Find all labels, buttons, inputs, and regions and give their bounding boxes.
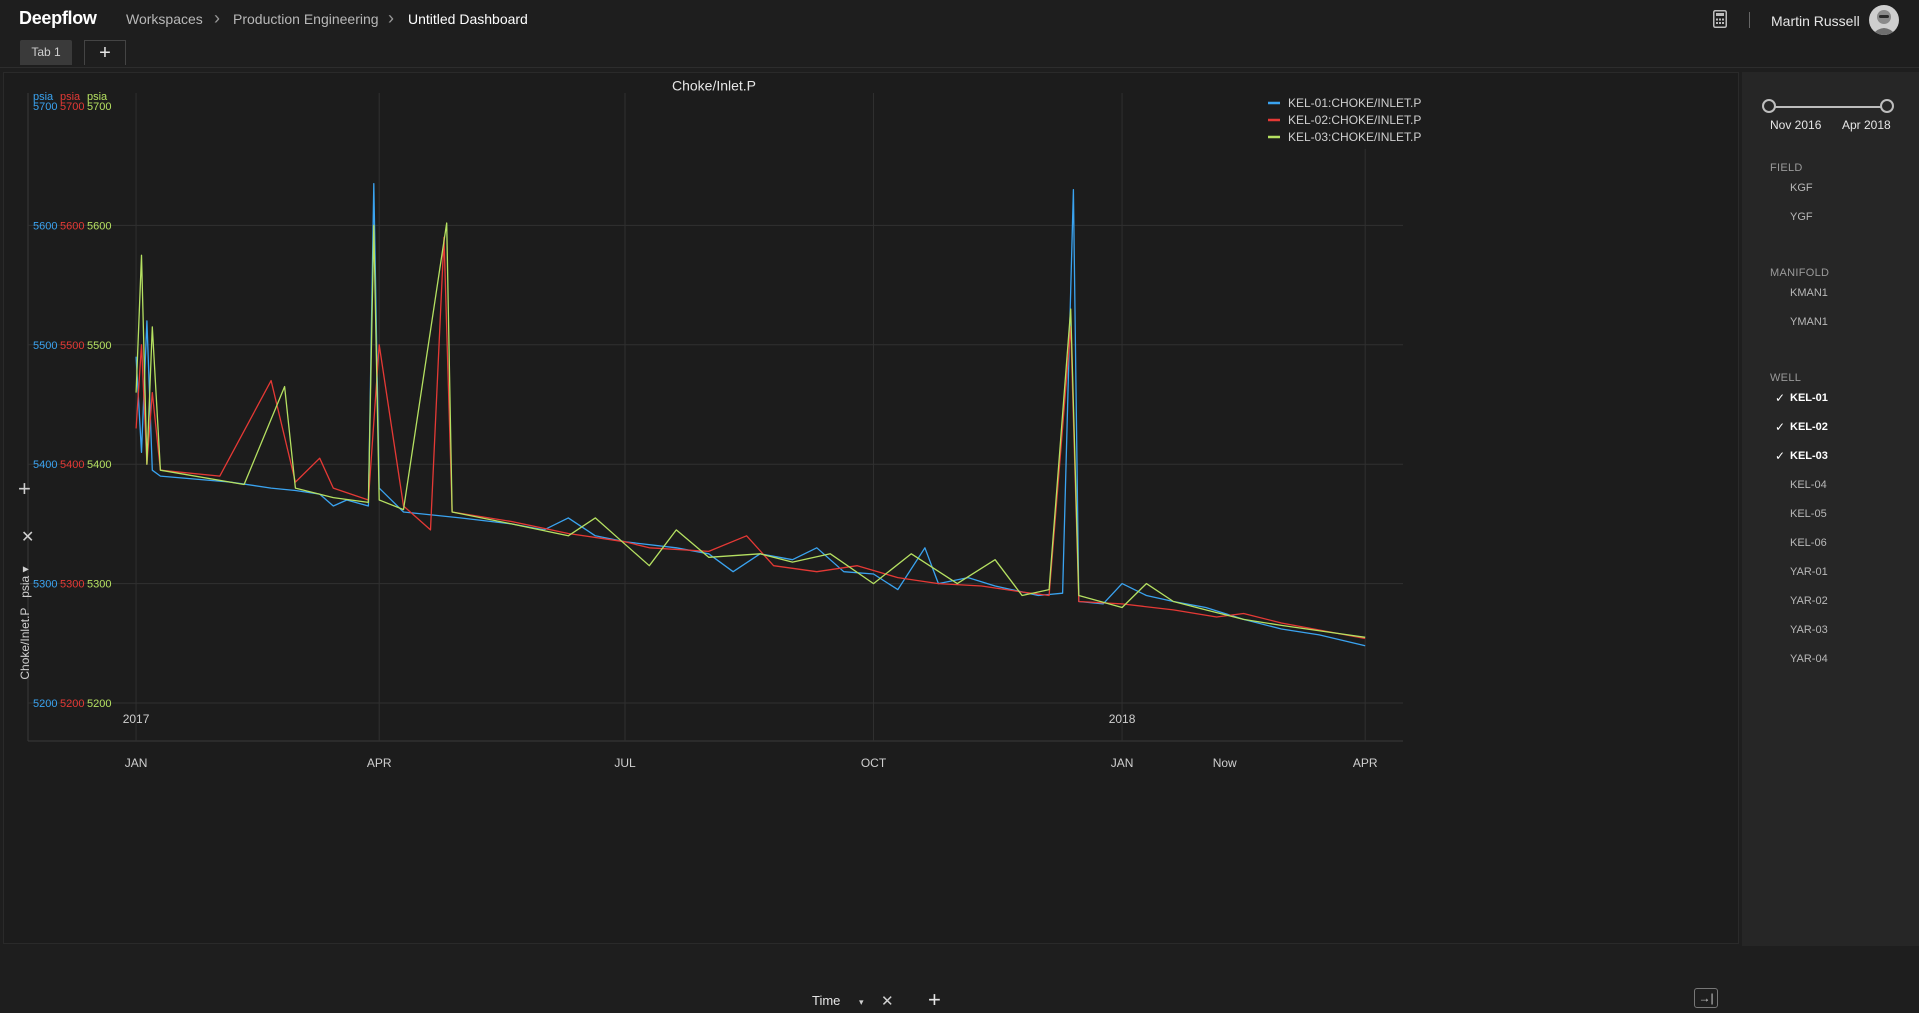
filter-item-kel-03[interactable]: KEL-03 bbox=[1790, 450, 1828, 462]
y-tick-label: 5500 bbox=[33, 340, 57, 352]
calculator-icon[interactable] bbox=[1713, 10, 1727, 28]
caret-down-icon[interactable]: ▾ bbox=[18, 566, 32, 572]
filter-item-kel-06[interactable]: KEL-06 bbox=[1790, 537, 1827, 549]
line-chart[interactable]: Choke/Inlet.P5200 5200 52005300 5300 5300540… bbox=[4, 73, 1740, 945]
chart-title: Choke/Inlet.P bbox=[672, 77, 756, 93]
y-tick-label: 5400 bbox=[60, 459, 84, 471]
filter-item-ygf[interactable]: YGF bbox=[1790, 211, 1813, 223]
filter-item-kel-02[interactable]: KEL-02 bbox=[1790, 421, 1828, 433]
divider bbox=[1749, 12, 1750, 28]
y-tick-label: 5600 bbox=[33, 220, 57, 232]
x-tick-label: Now bbox=[1213, 756, 1237, 770]
caret-down-icon[interactable]: ▾ bbox=[859, 997, 864, 1008]
y-tick-label: 5600 bbox=[60, 220, 84, 232]
avatar[interactable] bbox=[1869, 5, 1899, 35]
x-tick-label: JAN bbox=[125, 756, 148, 770]
checkmark-icon: ✓ bbox=[1775, 449, 1786, 463]
filter-group-well: WELL bbox=[1770, 372, 1802, 384]
y-tick-label: 5300 bbox=[87, 579, 111, 591]
legend-label[interactable]: KEL-03:CHOKE/INLET.P bbox=[1288, 130, 1421, 144]
y-tick-label: 5400 bbox=[33, 459, 57, 471]
add-tab-button[interactable]: + bbox=[84, 40, 126, 65]
y-unit-label: psia bbox=[60, 91, 81, 103]
chart-panel: Choke/Inlet.P 5200 5200 5200 5300 5300 5300 540… bbox=[3, 72, 1740, 1012]
range-start-handle[interactable] bbox=[1762, 99, 1776, 113]
y-tick-label: 5200 bbox=[87, 698, 111, 710]
x-year-label: 2018 bbox=[1109, 712, 1136, 726]
filter-item-kgf[interactable]: KGF bbox=[1790, 182, 1813, 194]
y-tick-label: 5200 bbox=[60, 698, 84, 710]
y-tick-label: 5300 bbox=[60, 579, 84, 591]
checkmark-icon: ✓ bbox=[1775, 391, 1786, 405]
x-axis-close-icon[interactable]: ✕ bbox=[881, 992, 894, 1010]
breadcrumb-production-engineering[interactable]: Production Engineering bbox=[233, 11, 379, 27]
y-tick-label: 5400 bbox=[87, 459, 111, 471]
series-line[interactable] bbox=[135, 182, 1366, 647]
add-axis-icon[interactable]: + bbox=[18, 478, 31, 500]
x-tick-label: APR bbox=[367, 756, 392, 770]
filter-item-yar-01[interactable]: YAR-01 bbox=[1790, 566, 1828, 578]
range-end-label: Apr 2018 bbox=[1842, 118, 1891, 132]
y-axis-title-wrap[interactable]: Choke/Inlet.P psia ▾ bbox=[10, 561, 36, 691]
filter-group-field: FIELD bbox=[1770, 162, 1803, 174]
y-tick-label: 5200 bbox=[33, 698, 57, 710]
tab-1[interactable]: Tab 1 bbox=[20, 40, 72, 65]
y-axis-unit-select[interactable]: psia bbox=[18, 576, 32, 598]
y-unit-label: psia bbox=[33, 91, 54, 103]
x-tick-label: JUL bbox=[614, 756, 636, 770]
filter-item-yman1[interactable]: YMAN1 bbox=[1790, 316, 1828, 328]
chevron-right-icon: › bbox=[214, 8, 220, 28]
y-tick-label: 5300 bbox=[33, 579, 57, 591]
app-logo[interactable]: Deepflow bbox=[19, 8, 97, 29]
y-tick-label: 5600 bbox=[87, 220, 111, 232]
breadcrumb-workspaces[interactable]: Workspaces bbox=[126, 11, 203, 27]
user-name[interactable]: Martin Russell bbox=[1771, 13, 1860, 29]
filter-item-kel-01[interactable]: KEL-01 bbox=[1790, 392, 1828, 404]
x-year-label: 2017 bbox=[123, 712, 150, 726]
x-tick-label: JAN bbox=[1111, 756, 1134, 770]
breadcrumb-untitled-dashboard[interactable]: Untitled Dashboard bbox=[408, 11, 528, 27]
legend-label[interactable]: KEL-01:CHOKE/INLET.P bbox=[1288, 96, 1421, 110]
y-unit-label: psia bbox=[87, 91, 108, 103]
chevron-right-icon: › bbox=[388, 8, 394, 28]
tab-bar: Tab 1 + bbox=[0, 38, 1919, 68]
series-line[interactable] bbox=[135, 236, 1366, 640]
x-axis-label[interactable]: Time bbox=[812, 993, 840, 1008]
filter-item-yar-03[interactable]: YAR-03 bbox=[1790, 624, 1828, 636]
filter-sidebar: Nov 2016 Apr 2018 FIELD KGF YGF MANIFOLD KMA… bbox=[1742, 72, 1919, 946]
range-end-handle[interactable] bbox=[1880, 99, 1894, 113]
expand-icon[interactable]: →| bbox=[1694, 988, 1718, 1008]
remove-axis-close-icon[interactable]: ✕ bbox=[21, 530, 34, 546]
range-start-label: Nov 2016 bbox=[1770, 118, 1822, 132]
y-tick-label: 5500 bbox=[87, 340, 111, 352]
filter-group-manifold: MANIFOLD bbox=[1770, 267, 1830, 279]
filter-item-kel-04[interactable]: KEL-04 bbox=[1790, 479, 1827, 491]
y-axis-title: Choke/Inlet.P bbox=[18, 607, 32, 680]
add-x-axis-icon[interactable]: + bbox=[928, 987, 941, 1013]
filter-item-yar-02[interactable]: YAR-02 bbox=[1790, 595, 1828, 607]
filter-item-yar-04[interactable]: YAR-04 bbox=[1790, 653, 1828, 665]
series-line[interactable] bbox=[135, 222, 1366, 638]
date-range-slider[interactable] bbox=[1769, 106, 1887, 108]
x-tick-label: OCT bbox=[861, 756, 887, 770]
checkmark-icon: ✓ bbox=[1775, 420, 1786, 434]
filter-item-kman1[interactable]: KMAN1 bbox=[1790, 287, 1828, 299]
legend-label[interactable]: KEL-02:CHOKE/INLET.P bbox=[1288, 113, 1421, 127]
filter-item-kel-05[interactable]: KEL-05 bbox=[1790, 508, 1827, 520]
y-tick-label: 5500 bbox=[60, 340, 84, 352]
x-tick-label: APR bbox=[1353, 756, 1378, 770]
top-bar: Deepflow Workspaces › Production Enginee… bbox=[0, 0, 1919, 38]
